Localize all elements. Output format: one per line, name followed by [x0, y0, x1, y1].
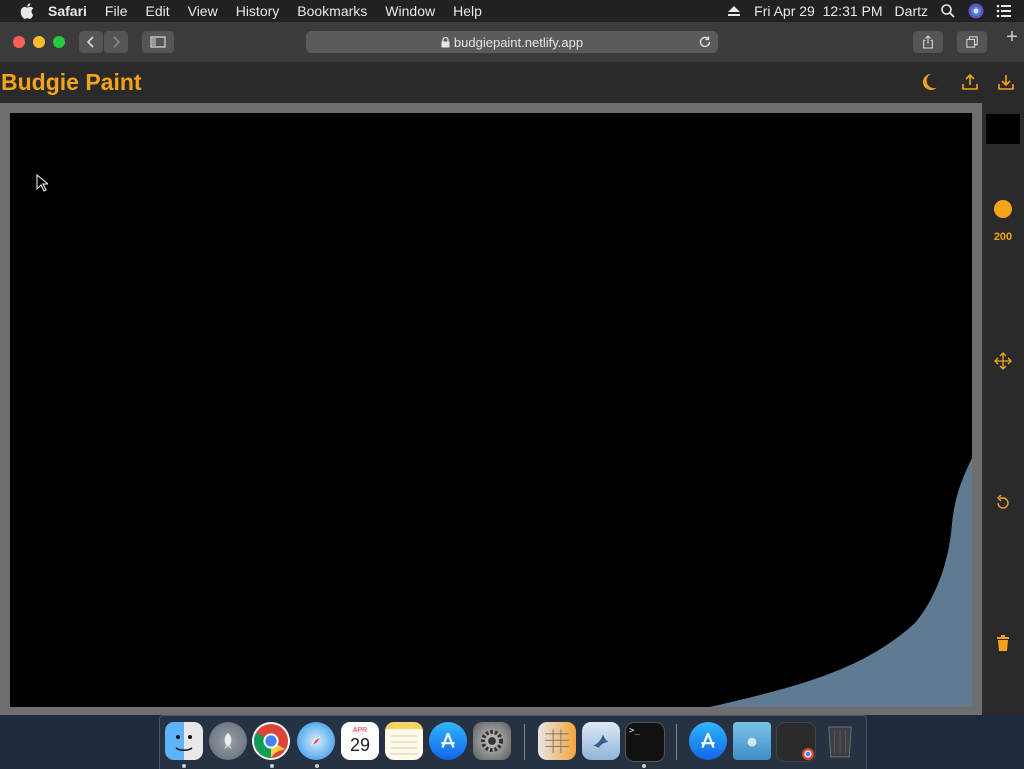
app-title: Budgie Paint: [1, 69, 142, 95]
spreadsheet-icon: [545, 729, 569, 753]
tabs-overview-icon: [966, 36, 978, 48]
dock-separator: [676, 724, 677, 760]
spotlight-search-icon[interactable]: [940, 3, 956, 19]
dock-safari[interactable]: [297, 722, 335, 760]
apple-menu-icon[interactable]: [20, 3, 34, 19]
dock-separator: [524, 724, 525, 760]
share-button[interactable]: [913, 31, 943, 53]
close-window-button[interactable]: [13, 36, 25, 48]
sidebar-icon: [150, 36, 166, 48]
app-store-icon: [441, 732, 455, 748]
terminal-prompt-icon: >_: [629, 726, 640, 736]
preview-bird-icon: [593, 734, 609, 748]
minimize-window-button[interactable]: [33, 36, 45, 48]
dock-app-store[interactable]: [429, 722, 467, 760]
dock-chrome[interactable]: [252, 722, 290, 760]
mouse-cursor-icon: [36, 174, 48, 192]
paint-stroke: [710, 458, 972, 707]
trash-can-icon: [828, 726, 852, 758]
address-bar[interactable]: budgiepaint.netlify.app: [306, 31, 718, 53]
brush-size-indicator[interactable]: [994, 200, 1012, 218]
calendar-month: APR: [352, 727, 368, 734]
menu-view[interactable]: View: [188, 3, 218, 19]
new-tab-button[interactable]: +: [1000, 22, 1024, 52]
menubar-user[interactable]: Dartz: [895, 3, 928, 19]
dock-running-indicator: [182, 764, 186, 768]
app-header: Budgie Paint: [0, 62, 1024, 104]
rocket-icon: [224, 733, 232, 749]
eject-icon[interactable]: [726, 3, 742, 19]
menu-edit[interactable]: Edit: [145, 3, 169, 19]
lock-icon: [441, 36, 450, 47]
menu-app-name[interactable]: Safari: [48, 3, 87, 19]
chevron-right-icon: [113, 36, 121, 48]
folder-icon: [747, 737, 757, 747]
undo-icon[interactable]: [994, 494, 1012, 512]
dock-system-preferences[interactable]: [473, 722, 511, 760]
dark-mode-moon-icon[interactable]: [919, 72, 939, 92]
dock: APR 29 >_: [159, 715, 867, 769]
menu-history[interactable]: History: [236, 3, 280, 19]
fullscreen-window-button[interactable]: [53, 36, 65, 48]
notes-icon: [391, 735, 417, 755]
dock-terminal[interactable]: >_: [625, 722, 665, 762]
brush-size-label: 200: [993, 231, 1013, 243]
move-arrows-icon[interactable]: [994, 352, 1012, 370]
dock-notes[interactable]: [385, 722, 423, 760]
menu-window[interactable]: Window: [385, 3, 435, 19]
gear-icon: [480, 729, 504, 753]
dock-trash[interactable]: [821, 722, 859, 760]
menu-help[interactable]: Help: [453, 3, 482, 19]
drawing-canvas[interactable]: [10, 113, 972, 707]
dock-chrome-window[interactable]: [776, 722, 816, 762]
show-tabs-button[interactable]: [957, 31, 987, 53]
notification-center-icon[interactable]: [996, 3, 1012, 19]
sidebar-toggle-button[interactable]: [142, 31, 174, 53]
siri-icon[interactable]: [968, 3, 984, 19]
chevron-left-icon: [86, 36, 94, 48]
finder-icon: [175, 735, 193, 752]
dock-running-indicator: [270, 764, 274, 768]
menu-bar: Safari File Edit View History Bookmarks …: [0, 0, 1024, 22]
color-swatch[interactable]: [986, 114, 1020, 144]
dock-finder[interactable]: [165, 722, 203, 760]
dock-downloads-folder[interactable]: [733, 722, 771, 760]
tool-sidebar: 200: [982, 103, 1024, 715]
dock-app-store-folder[interactable]: [689, 722, 727, 760]
forward-button[interactable]: [104, 31, 128, 53]
share-icon: [923, 35, 933, 49]
dock-calendar[interactable]: APR 29: [341, 722, 379, 760]
dock-numbers[interactable]: [538, 722, 576, 760]
reload-icon[interactable]: [698, 35, 712, 49]
chrome-badge-icon: [802, 748, 814, 760]
dock-running-indicator: [315, 764, 319, 768]
dock-launchpad[interactable]: [209, 722, 247, 760]
menu-file[interactable]: File: [105, 3, 128, 19]
trash-icon[interactable]: [994, 634, 1012, 652]
url-text: budgiepaint.netlify.app: [453, 34, 584, 50]
upload-icon[interactable]: [960, 72, 980, 92]
browser-toolbar: budgiepaint.netlify.app: [0, 22, 1024, 63]
download-icon[interactable]: [996, 72, 1016, 92]
safari-compass-icon: [311, 736, 321, 746]
calendar-day: 29: [349, 735, 371, 755]
dock-running-indicator: [642, 764, 646, 768]
back-button[interactable]: [79, 31, 103, 53]
app-store-icon: [701, 732, 715, 748]
menubar-datetime[interactable]: Fri Apr 29 12:31 PM: [754, 3, 882, 19]
chrome-icon: [253, 723, 289, 759]
canvas-frame: [0, 103, 982, 715]
menu-bookmarks[interactable]: Bookmarks: [297, 3, 367, 19]
dock-preview[interactable]: [582, 722, 620, 760]
